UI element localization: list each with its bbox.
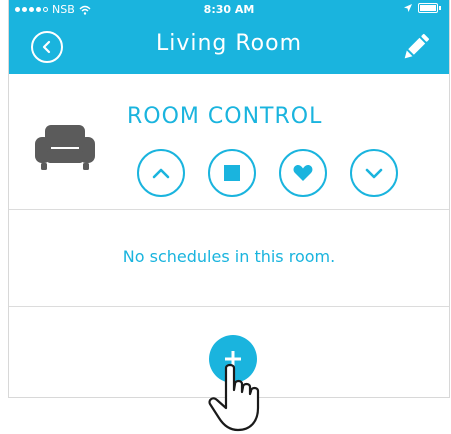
battery-icon <box>418 3 438 13</box>
room-control-title: ROOM CONTROL <box>127 104 323 129</box>
room-control-section: ROOM CONTROL <box>9 74 449 210</box>
chevron-up-icon <box>152 168 170 179</box>
stop-button[interactable] <box>208 149 256 197</box>
empty-schedules-message: No schedules in this room. <box>122 247 336 266</box>
room-control-buttons <box>137 149 398 197</box>
pencil-icon <box>404 33 430 59</box>
chevron-down-icon <box>365 168 383 179</box>
up-button[interactable] <box>137 149 185 197</box>
heart-icon <box>293 165 313 181</box>
edit-button[interactable] <box>399 30 433 64</box>
status-time: 8:30 AM <box>203 3 255 16</box>
favorite-button[interactable] <box>279 149 327 197</box>
status-right <box>404 3 441 13</box>
header-bar: NSB 8:30 AM Living Room <box>9 0 449 74</box>
stop-square-icon <box>224 165 240 181</box>
down-button[interactable] <box>350 149 398 197</box>
status-bar: NSB 8:30 AM <box>9 0 449 20</box>
sofa-icon <box>35 125 95 170</box>
schedules-section: No schedules in this room. <box>9 210 449 307</box>
phone-screen: NSB 8:30 AM Living Room ROOM CONTROL No … <box>8 0 450 398</box>
location-arrow-icon <box>404 4 412 12</box>
page-title: Living Room <box>155 31 303 56</box>
pointing-hand-icon <box>208 363 260 432</box>
